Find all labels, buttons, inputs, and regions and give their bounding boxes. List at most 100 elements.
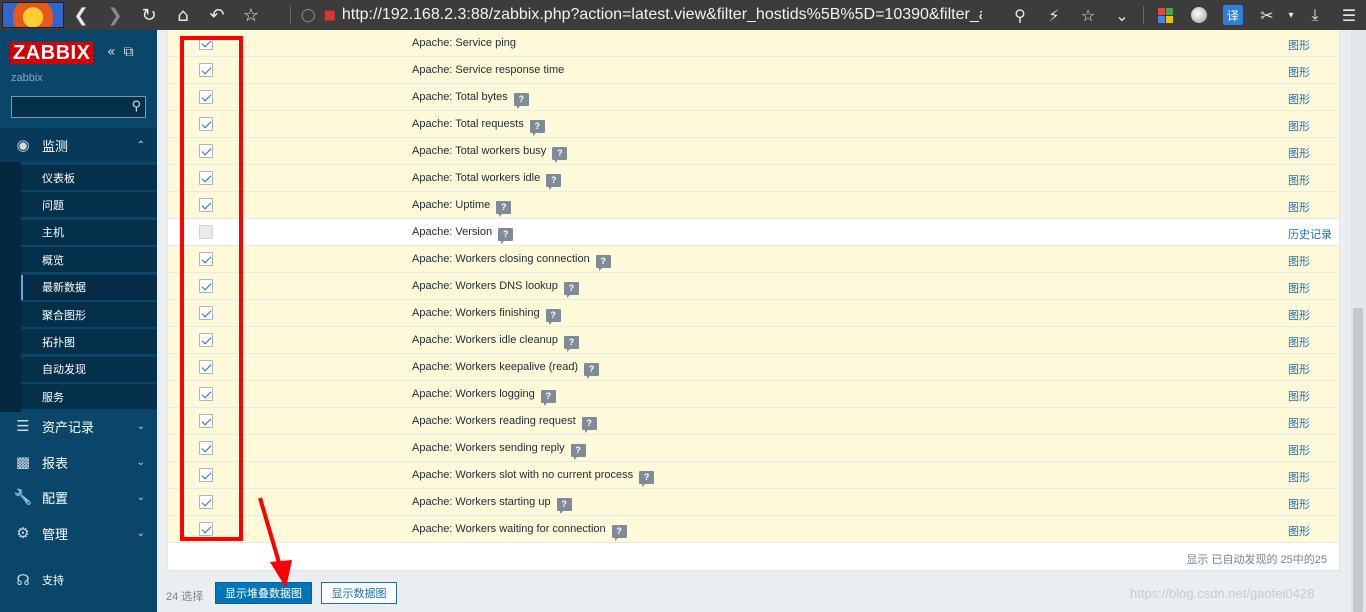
graph-link[interactable]: 图形	[1288, 64, 1310, 80]
help-hint-icon[interactable]: ?	[498, 228, 514, 244]
bookmark-star-icon[interactable]: ☆	[234, 0, 268, 30]
sidebar-item-label: 仪表板	[42, 171, 75, 185]
graph-link[interactable]: 图形	[1288, 172, 1310, 188]
graph-link[interactable]: 图形	[1288, 442, 1310, 458]
table-row: Apache: Workers reading request? 图形	[168, 408, 1339, 435]
favorite-star-icon[interactable]: ☆	[1071, 0, 1105, 30]
sidebar-item-4[interactable]: 最新数据	[21, 274, 157, 301]
address-bar[interactable]: ◯ ■ http://192.168.2.3:88/zabbix.php?act…	[280, 0, 982, 30]
eye-icon: ◉	[16, 136, 30, 154]
url-text[interactable]: http://192.168.2.3:88/zabbix.php?action=…	[342, 6, 982, 24]
sidebar-item-label: 最新数据	[42, 281, 86, 295]
apps-grid-icon[interactable]	[1148, 0, 1182, 30]
show-stacked-graph-button[interactable]: 显示堆叠数据图	[215, 582, 312, 604]
help-hint-icon[interactable]: ?	[584, 363, 600, 379]
help-hint-icon[interactable]: ?	[546, 174, 562, 190]
menu-administration[interactable]: ⚙ 管理 ⌄	[0, 516, 157, 550]
insecure-lock-icon[interactable]: ■	[324, 8, 336, 23]
help-hint-icon[interactable]: ?	[496, 201, 512, 217]
table-row: Apache: Workers keepalive (read)? 图形	[168, 354, 1339, 381]
table-row: Apache: Workers finishing? 图形	[168, 300, 1339, 327]
help-hint-icon[interactable]: ?	[595, 255, 611, 271]
graph-link[interactable]: 图形	[1288, 469, 1310, 485]
collapse-sidebar-icon[interactable]: «	[107, 44, 116, 60]
menu-inventory[interactable]: ☰ 资产记录 ⌄	[0, 409, 157, 443]
menu-support-label: 支持	[42, 574, 64, 587]
menu-monitoring[interactable]: ◉ 监测 ⌃	[0, 128, 157, 162]
sidebar-item-label: 主机	[42, 226, 64, 240]
kiosk-mode-icon[interactable]: ⧉	[124, 44, 134, 60]
download-icon[interactable]: ⤓	[1298, 0, 1332, 30]
sidebar-item-5[interactable]: 聚合图形	[21, 302, 157, 328]
dropdown-chevron-icon[interactable]: ⌄	[1105, 0, 1139, 30]
graph-link[interactable]: 图形	[1288, 253, 1310, 269]
graph-link[interactable]: 图形	[1288, 37, 1310, 53]
scroll-thumb[interactable]	[1353, 308, 1363, 612]
zabbix-logo[interactable]: ZABBIX	[10, 42, 94, 64]
reload-icon[interactable]: ↻	[132, 0, 166, 30]
help-hint-icon[interactable]: ?	[556, 498, 572, 514]
sidebar-item-0[interactable]: 仪表板	[21, 165, 157, 191]
graph-link[interactable]: 图形	[1288, 415, 1310, 431]
graph-link[interactable]: 图形	[1288, 334, 1310, 350]
sidebar-item-6[interactable]: 拓扑图	[21, 329, 157, 356]
help-hint-icon[interactable]: ?	[639, 471, 655, 487]
scissors-icon[interactable]: ✂	[1250, 0, 1284, 30]
graph-link[interactable]: 图形	[1288, 91, 1310, 107]
sidebar-item-2[interactable]: 主机	[21, 219, 157, 246]
help-hint-icon[interactable]: ?	[563, 282, 579, 298]
globe-icon[interactable]	[1182, 0, 1216, 30]
scrollbar[interactable]	[1350, 30, 1366, 612]
help-hint-icon[interactable]: ?	[581, 417, 597, 433]
item-name: Apache: Total bytes?	[412, 91, 529, 109]
table-row: Apache: Workers closing connection? 图形	[168, 246, 1339, 273]
item-name-text: Apache: Workers slot with no current pro…	[412, 469, 634, 481]
server-name: zabbix	[11, 72, 43, 84]
sidebar-search-input[interactable]: ⚲	[11, 96, 146, 118]
menu-configuration-label: 配置	[42, 491, 69, 507]
search-icon[interactable]: ⚲	[131, 99, 141, 114]
menu-reports[interactable]: ▩ 报表 ⌄	[0, 445, 157, 479]
help-hint-icon[interactable]: ?	[611, 525, 627, 541]
graph-link[interactable]: 图形	[1288, 280, 1310, 296]
sidebar: ZABBIX « ⧉ zabbix ⚲ ◉ 监测 ⌃ 仪表板问题主机概览最新数据…	[0, 30, 157, 612]
menu-configuration[interactable]: 🔧 配置 ⌄	[0, 480, 157, 514]
show-graph-button[interactable]: 显示数据图	[321, 582, 397, 604]
undo-icon[interactable]: ↶	[200, 0, 234, 30]
graph-link[interactable]: 图形	[1288, 199, 1310, 215]
graph-link[interactable]: 图形	[1288, 145, 1310, 161]
help-hint-icon[interactable]: ?	[529, 120, 545, 136]
item-name: Apache: Service ping	[412, 37, 516, 49]
translate-icon[interactable]: 译	[1216, 0, 1250, 30]
graph-link[interactable]: 图形	[1288, 388, 1310, 404]
forward-icon[interactable]: ❯	[98, 0, 132, 30]
help-hint-icon[interactable]: ?	[513, 93, 529, 109]
graph-link[interactable]: 图形	[1288, 361, 1310, 377]
help-hint-icon[interactable]: ?	[540, 390, 556, 406]
table-row: Apache: Workers slot with no current pro…	[168, 462, 1339, 489]
search-icon[interactable]: ⚲	[1003, 0, 1037, 30]
menu-support[interactable]: ☊ 支持	[0, 563, 157, 597]
sidebar-item-1[interactable]: 问题	[21, 192, 157, 219]
item-name: Apache: Version?	[412, 226, 514, 244]
home-icon[interactable]: ⌂	[166, 0, 200, 30]
graph-link[interactable]: 图形	[1288, 307, 1310, 323]
scissors-dropdown-icon[interactable]: ▾	[1284, 0, 1298, 30]
chevron-down-icon: ⌄	[136, 420, 145, 432]
graph-link[interactable]: 图形	[1288, 118, 1310, 134]
back-icon[interactable]: ❮	[64, 0, 98, 30]
browser-extensions: ⚲ ⚡ ☆ ⌄ 译 ✂ ▾ ⤓ ☰	[1003, 0, 1366, 30]
menu-icon[interactable]: ☰	[1332, 0, 1366, 30]
help-hint-icon[interactable]: ?	[570, 444, 586, 460]
graph-link[interactable]: 图形	[1288, 496, 1310, 512]
help-hint-icon[interactable]: ?	[552, 147, 568, 163]
latest-data-table: Apache: Service ping 图形 Apache: Service re…	[167, 30, 1340, 571]
sidebar-item-3[interactable]: 概览	[21, 247, 157, 274]
graph-link[interactable]: 图形	[1288, 523, 1310, 539]
help-hint-icon[interactable]: ?	[563, 336, 579, 352]
history-link[interactable]: 历史记录	[1288, 226, 1332, 242]
sidebar-item-8[interactable]: 服务	[21, 384, 157, 411]
lightning-icon[interactable]: ⚡	[1037, 0, 1071, 30]
sidebar-item-7[interactable]: 自动发现	[21, 356, 157, 383]
help-hint-icon[interactable]: ?	[545, 309, 561, 325]
